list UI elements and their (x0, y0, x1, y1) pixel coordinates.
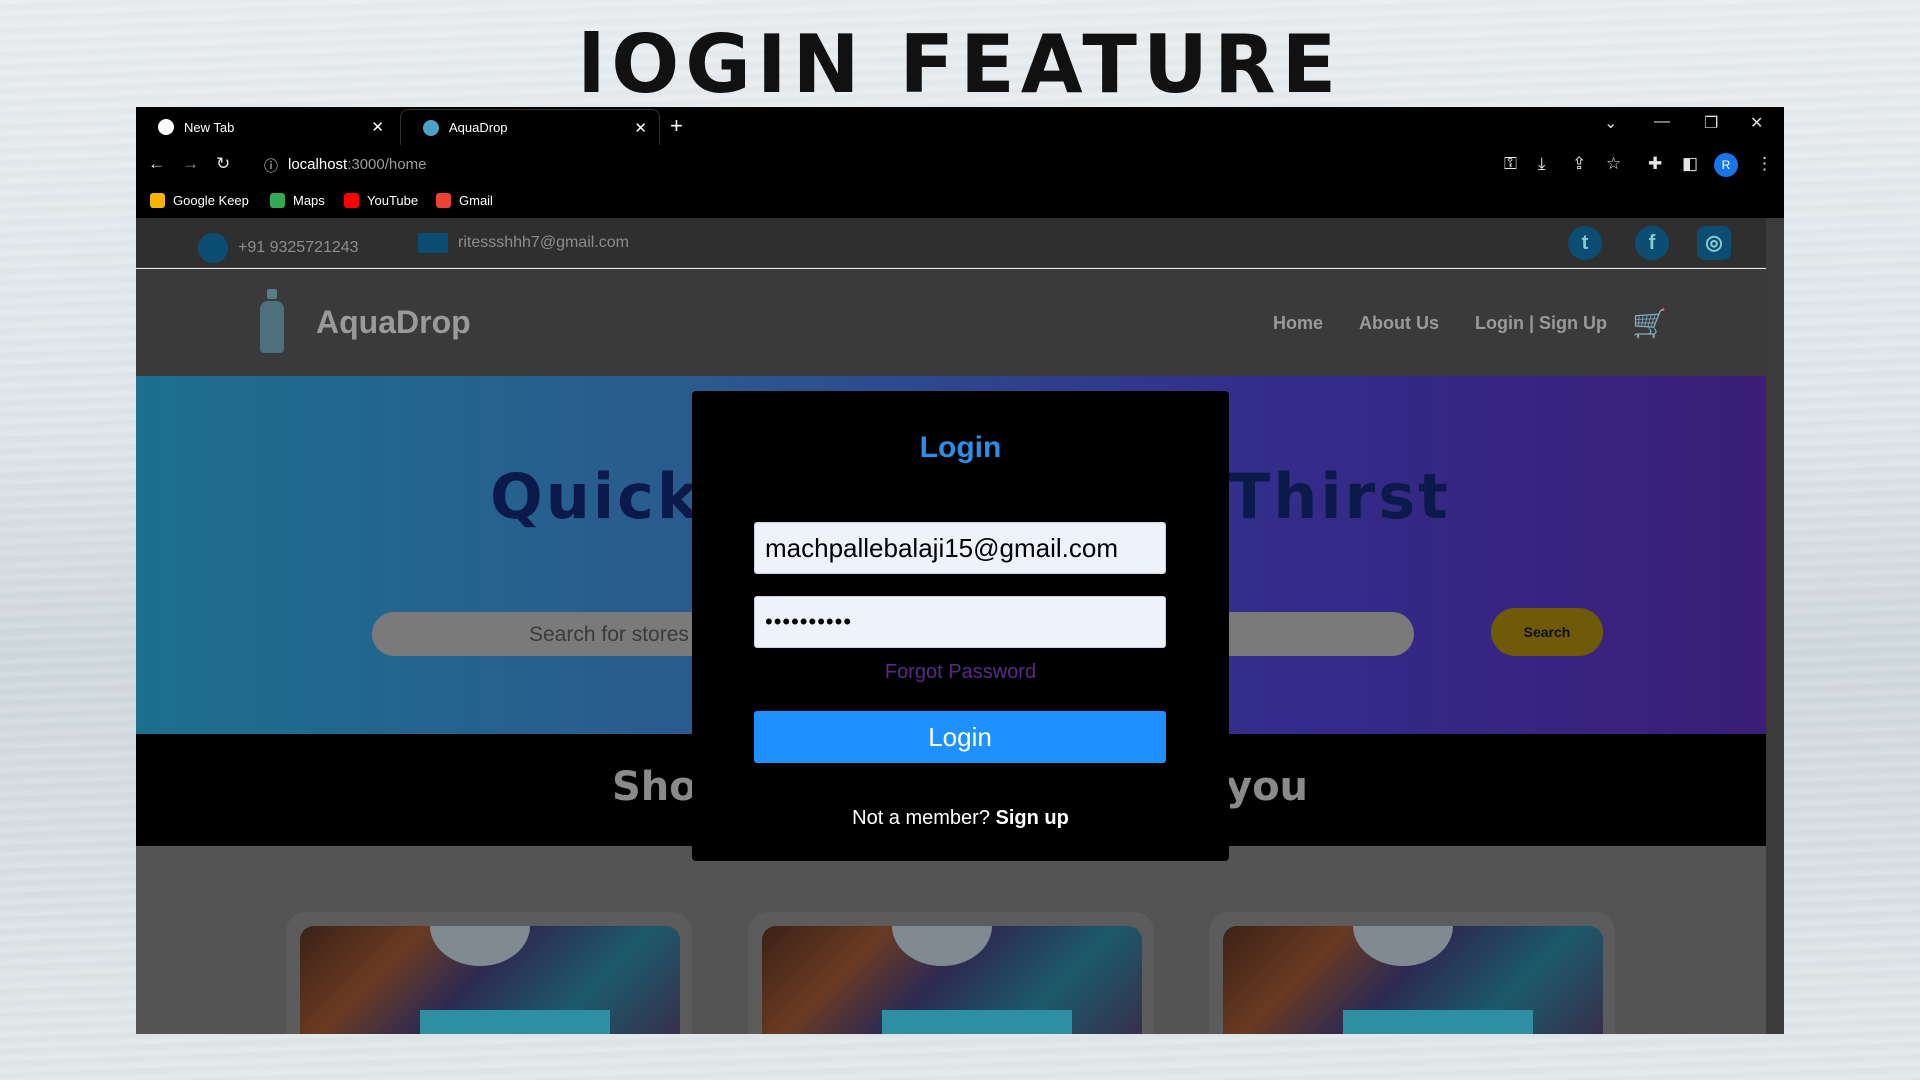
youtube-icon (344, 193, 359, 208)
twitter-icon[interactable]: t (1568, 226, 1602, 260)
keep-icon (150, 193, 165, 208)
tab-aquadrop[interactable]: AquaDrop ✕ (400, 109, 660, 145)
nav-about-us[interactable]: About Us (1359, 313, 1439, 334)
email-address: ritessshhh7@gmail.com (458, 234, 629, 251)
bookmark-label: Gmail (459, 193, 493, 208)
phone-number: +91 9325721243 (238, 239, 359, 256)
gmail-icon (436, 193, 451, 208)
facebook-icon[interactable]: f (1635, 226, 1669, 260)
bookmark-label: YouTube (367, 193, 419, 208)
login-modal: Login machpallebalaji15@gmail.com ••••••… (692, 391, 1229, 861)
slide-title: lOGIN FEATURE (577, 18, 1343, 111)
password-field[interactable]: •••••••••• (754, 596, 1166, 648)
tab-label: New Tab (184, 119, 235, 135)
nav-home[interactable]: Home (1273, 313, 1323, 334)
bookmark-label: Maps (293, 193, 325, 208)
scrollbar[interactable] (1766, 218, 1784, 1034)
contact-strip: +91 9325721243 ritessshhh7@gmail.com t f… (136, 218, 1766, 268)
reload-icon[interactable]: ↻ (216, 154, 230, 174)
bottle-logo-icon (260, 289, 284, 353)
store-image (1223, 926, 1603, 1034)
back-icon[interactable]: ← (148, 154, 165, 174)
email-contact: ritessshhh7@gmail.com (418, 233, 629, 253)
store-card[interactable] (1209, 912, 1615, 1034)
forward-icon[interactable]: → (182, 154, 199, 174)
store-cards (136, 846, 1766, 1034)
search-placeholder: Search for stores (529, 623, 689, 646)
extensions-icon[interactable]: ✚ (1648, 154, 1662, 174)
minimize-icon[interactable]: — (1654, 113, 1670, 131)
toolbar: ← → ↻ ⓘ localhost:3000/home ⚿ ⤓ ⇪ ☆ ✚ ◧ … (136, 145, 1784, 185)
navbar: AquaDrop Home About Us Login | Sign Up 🛒 (136, 269, 1766, 376)
bookmark-maps[interactable]: Maps (270, 193, 325, 208)
mail-icon (418, 233, 448, 253)
cart-icon[interactable]: 🛒 (1632, 307, 1667, 340)
url-host: localhost (288, 156, 348, 173)
search-button[interactable]: Search (1491, 608, 1603, 656)
bookmark-gmail[interactable]: Gmail (436, 193, 493, 208)
modal-title: Login (919, 431, 1002, 464)
email-field[interactable]: machpallebalaji15@gmail.com (754, 522, 1166, 574)
signup-prompt: Not a member? Sign up (692, 807, 1229, 830)
bookmark-google-keep[interactable]: Google Keep (150, 193, 249, 208)
new-tab-button[interactable]: + (670, 113, 683, 139)
install-icon[interactable]: ⤓ (1538, 154, 1546, 174)
menu-icon[interactable]: ⋮ (1756, 154, 1773, 174)
window-close-icon[interactable]: ✕ (1750, 113, 1763, 133)
bookmark-star-icon[interactable]: ☆ (1606, 154, 1621, 174)
bookmark-label: Google Keep (173, 193, 249, 208)
tab-new-tab[interactable]: New Tab ✕ (136, 109, 396, 145)
forgot-password-link[interactable]: Forgot Password (692, 661, 1229, 684)
address-bar[interactable]: localhost:3000/home (288, 156, 426, 173)
brand-name[interactable]: AquaDrop (316, 304, 471, 341)
sign-up-link[interactable]: Sign up (996, 807, 1069, 829)
profile-avatar[interactable]: R (1714, 153, 1738, 177)
tab-search-icon[interactable]: ⌄ (1604, 113, 1617, 133)
close-icon[interactable]: ✕ (634, 119, 647, 137)
site-info-icon[interactable]: ⓘ (264, 156, 278, 176)
store-card[interactable] (286, 912, 692, 1034)
share-icon[interactable]: ⇪ (1572, 154, 1586, 174)
not-member-text: Not a member? (852, 807, 990, 829)
banner-text-right: you (1226, 764, 1309, 810)
bookmark-youtube[interactable]: YouTube (344, 193, 418, 208)
phone-icon (198, 233, 228, 263)
maps-icon (270, 193, 285, 208)
instagram-icon[interactable]: ◎ (1697, 226, 1731, 260)
bookmarks-bar: Google Keep Maps YouTube Gmail (136, 185, 1784, 217)
nav-login-signup[interactable]: Login | Sign Up (1475, 313, 1607, 334)
restore-icon[interactable]: ❐ (1704, 113, 1718, 133)
tab-bar: New Tab ✕ AquaDrop ✕ + ⌄ — ❐ ✕ (136, 107, 1784, 145)
password-key-icon[interactable]: ⚿ (1504, 154, 1517, 174)
tab-label: AquaDrop (449, 120, 508, 135)
store-image (762, 926, 1142, 1034)
react-icon (423, 119, 439, 136)
url-path: :3000/home (347, 156, 427, 173)
store-image (300, 926, 680, 1034)
side-panel-icon[interactable]: ◧ (1682, 154, 1698, 174)
chrome-icon (158, 119, 174, 135)
hero-title-left: Quick (490, 460, 702, 533)
login-button[interactable]: Login (754, 711, 1166, 763)
phone-contact: +91 9325721243 (198, 233, 359, 263)
store-card[interactable] (748, 912, 1154, 1034)
hero-title-right: Thirst (1228, 460, 1451, 533)
close-icon[interactable]: ✕ (371, 118, 384, 136)
